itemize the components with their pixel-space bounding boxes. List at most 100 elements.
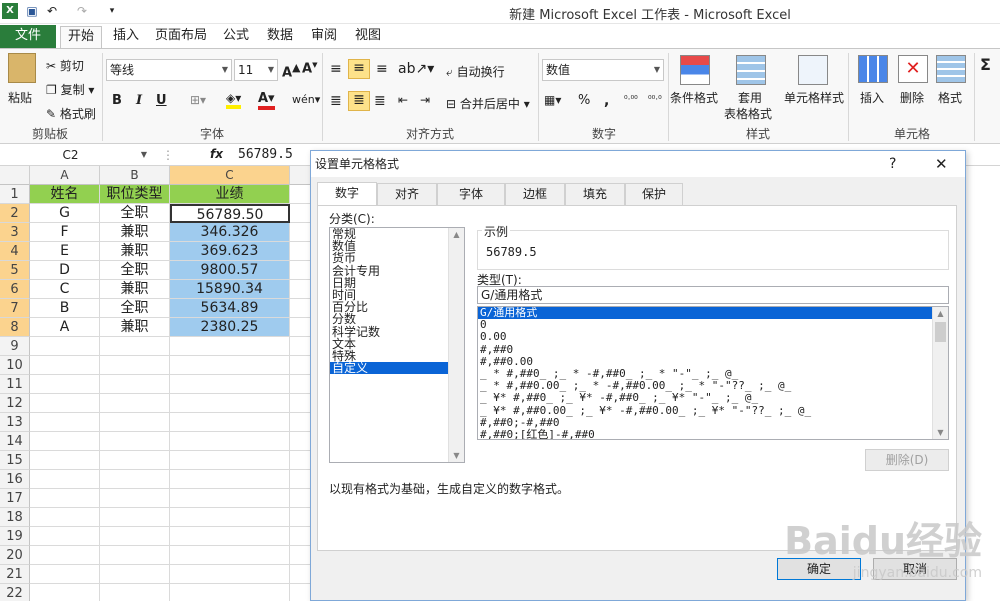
type-scrollbar[interactable]: ▲ ▼	[932, 307, 948, 439]
empty-cell[interactable]	[290, 185, 312, 204]
decrease-indent-icon[interactable]: ⇤	[398, 93, 408, 107]
row-header[interactable]: 16	[0, 470, 30, 489]
empty-cell[interactable]	[290, 299, 312, 318]
align-bottom-icon[interactable]: ≡	[376, 61, 388, 77]
data-cell[interactable]: 15890.34	[170, 280, 290, 299]
header-cell[interactable]: 姓名	[30, 185, 100, 204]
header-cell[interactable]: 业绩	[170, 185, 290, 204]
data-cell[interactable]: B	[30, 299, 100, 318]
empty-cell[interactable]	[290, 356, 312, 375]
type-item[interactable]: #,##0;[红色]-#,##0	[478, 428, 932, 439]
data-cell[interactable]: 兼职	[100, 318, 170, 337]
tab-review[interactable]: 审阅	[308, 26, 340, 48]
decrease-decimal-icon[interactable]: ⁰⁰⋅⁰	[648, 95, 662, 105]
cell-styles-icon[interactable]	[798, 55, 828, 85]
data-cell[interactable]: E	[30, 242, 100, 261]
empty-cell[interactable]	[170, 356, 290, 375]
dialog-tab-alignment[interactable]: 对齐	[377, 183, 437, 205]
category-item[interactable]: 科学记数	[330, 325, 448, 338]
empty-cell[interactable]	[290, 413, 312, 432]
empty-cell[interactable]	[290, 318, 312, 337]
empty-cell[interactable]	[100, 565, 170, 584]
empty-cell[interactable]	[170, 508, 290, 527]
data-cell[interactable]: C	[30, 280, 100, 299]
empty-cell[interactable]	[30, 375, 100, 394]
underline-button[interactable]: U	[156, 93, 167, 108]
empty-cell[interactable]	[100, 337, 170, 356]
type-item[interactable]: 0	[478, 319, 932, 331]
align-center-icon[interactable]: ≣	[348, 91, 370, 111]
decrease-font-icon[interactable]: A▼	[302, 61, 317, 76]
format-painter-button[interactable]: ✎ 格式刷	[46, 105, 96, 122]
dialog-tab-border[interactable]: 边框	[505, 183, 565, 205]
empty-cell[interactable]	[30, 546, 100, 565]
empty-cell[interactable]	[290, 375, 312, 394]
worksheet-grid[interactable]: A B C 1 姓名 职位类型 业绩 2 G 全职 56789.50 3 F 兼职 346.326 4 E…	[0, 166, 312, 601]
help-button[interactable]: ?	[889, 156, 896, 172]
accounting-format-icon[interactable]: ▦▾	[544, 93, 561, 107]
format-as-table-icon[interactable]	[736, 55, 766, 85]
category-item[interactable]: 自定义	[330, 362, 448, 375]
type-item[interactable]: _ ¥* #,##0_ ;_ ¥* -#,##0_ ;_ ¥* "-"_ ;_ …	[478, 392, 932, 404]
empty-cell[interactable]	[170, 375, 290, 394]
row-header[interactable]: 13	[0, 413, 30, 432]
border-icon[interactable]: ⊞▾	[190, 93, 206, 107]
row-header[interactable]: 9	[0, 337, 30, 356]
percent-style-button[interactable]: %	[578, 93, 590, 108]
empty-cell[interactable]	[290, 470, 312, 489]
format-as-table-label[interactable]: 表格格式	[724, 105, 772, 122]
empty-cell[interactable]	[170, 584, 290, 601]
category-item[interactable]: 会计专用	[330, 264, 448, 277]
increase-font-icon[interactable]: A▲	[282, 61, 300, 80]
copy-button[interactable]: ❐ 复制 ▾	[46, 81, 94, 98]
row-header[interactable]: 8	[0, 318, 30, 337]
delete-cells-icon[interactable]: ✕	[898, 55, 928, 83]
column-header[interactable]: B	[100, 166, 170, 185]
scroll-down-icon[interactable]: ▼	[933, 428, 948, 437]
row-header[interactable]: 1	[0, 185, 30, 204]
scroll-down-icon[interactable]: ▼	[449, 451, 464, 460]
empty-cell[interactable]	[290, 242, 312, 261]
category-item[interactable]: 分数	[330, 313, 448, 325]
row-header[interactable]: 4	[0, 242, 30, 261]
row-header[interactable]: 22	[0, 584, 30, 601]
tab-data[interactable]: 数据	[264, 26, 296, 48]
data-cell[interactable]: 2380.25	[170, 318, 290, 337]
empty-cell[interactable]	[290, 527, 312, 546]
empty-cell[interactable]	[100, 413, 170, 432]
empty-cell[interactable]	[290, 223, 312, 242]
insert-cells-icon[interactable]	[858, 55, 888, 83]
row-header[interactable]: 3	[0, 223, 30, 242]
empty-cell[interactable]	[290, 489, 312, 508]
row-header[interactable]: 5	[0, 261, 30, 280]
empty-cell[interactable]	[290, 508, 312, 527]
empty-cell[interactable]	[290, 546, 312, 565]
empty-cell[interactable]	[100, 432, 170, 451]
tab-formulas[interactable]: 公式	[220, 26, 252, 48]
empty-cell[interactable]	[170, 489, 290, 508]
font-name-combo[interactable]: 等线 ▼	[106, 59, 232, 81]
data-cell[interactable]: 全职	[100, 299, 170, 318]
empty-cell[interactable]	[100, 375, 170, 394]
align-top-icon[interactable]: ≡	[330, 61, 342, 77]
format-cells-icon[interactable]	[936, 55, 966, 83]
bold-button[interactable]: B	[112, 93, 122, 108]
phonetic-icon[interactable]: wén▾	[292, 93, 320, 106]
type-list[interactable]: G/通用格式 0 0.00 #,##0 #,##0.00 _ * #,##0_ ;_ * …	[477, 306, 949, 440]
category-item[interactable]: 货币	[330, 252, 448, 264]
type-item[interactable]: #,##0	[478, 343, 932, 356]
empty-cell[interactable]	[170, 337, 290, 356]
tab-insert[interactable]: 插入	[110, 26, 142, 48]
empty-cell[interactable]	[100, 584, 170, 601]
data-cell[interactable]: 369.623	[170, 242, 290, 261]
empty-cell[interactable]	[170, 432, 290, 451]
data-cell[interactable]: 346.326	[170, 223, 290, 242]
row-header[interactable]: 7	[0, 299, 30, 318]
header-cell[interactable]: 职位类型	[100, 185, 170, 204]
column-header[interactable]: A	[30, 166, 100, 185]
data-cell[interactable]: D	[30, 261, 100, 280]
cut-button[interactable]: ✂ 剪切	[46, 57, 84, 74]
row-header[interactable]: 2	[0, 204, 30, 223]
fill-color-icon[interactable]: ◈▾	[226, 91, 242, 109]
type-input[interactable]: G/通用格式	[477, 286, 949, 304]
